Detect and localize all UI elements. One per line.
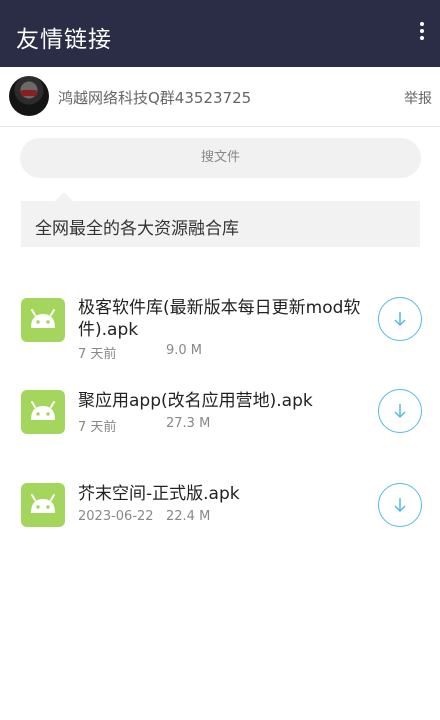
page-title: 友情链接 [16,27,112,53]
download-icon[interactable] [378,297,422,341]
file-size: 27.3 M [166,416,211,431]
file-date: 7 天前 [78,347,117,362]
file-name: 聚应用app(改名应用营地).apk [78,391,313,411]
owner-row: 鸿越网络科技Q群43523725 举报 [0,67,440,127]
notice-text: 全网最全的各大资源融合库 [35,219,239,239]
file-row[interactable]: 聚应用app(改名应用营地).apk 7 天前 27.3 M [0,380,440,460]
android-icon [21,483,65,527]
notice-box: 全网最全的各大资源融合库 [21,192,420,247]
notice-pointer [55,192,73,201]
file-row[interactable]: 芥末空间-正式版.apk 2023-06-22 22.4 M [0,473,440,553]
more-vert-icon[interactable] [416,22,428,46]
file-date: 2023-06-22 [78,509,154,524]
android-icon [21,298,65,342]
file-name: 芥末空间-正式版.apk [78,484,240,504]
android-icon [21,390,65,434]
avatar[interactable] [9,76,49,116]
download-icon[interactable] [378,483,422,527]
file-name: 极客软件库(最新版本每日更新mod软件).apk [78,298,361,340]
file-size: 9.0 M [166,343,203,358]
file-size: 22.4 M [166,509,211,524]
owner-name: 鸿越网络科技Q群43523725 [58,89,252,107]
file-date: 7 天前 [78,420,117,435]
app-bar: 友情链接 [0,0,440,67]
file-row[interactable]: 极客软件库(最新版本每日更新mod软件).apk 7 天前 9.0 M [0,288,440,368]
report-button[interactable]: 举报 [404,88,432,108]
download-icon[interactable] [378,389,422,433]
search-files-button[interactable]: 搜文件 [20,138,421,178]
